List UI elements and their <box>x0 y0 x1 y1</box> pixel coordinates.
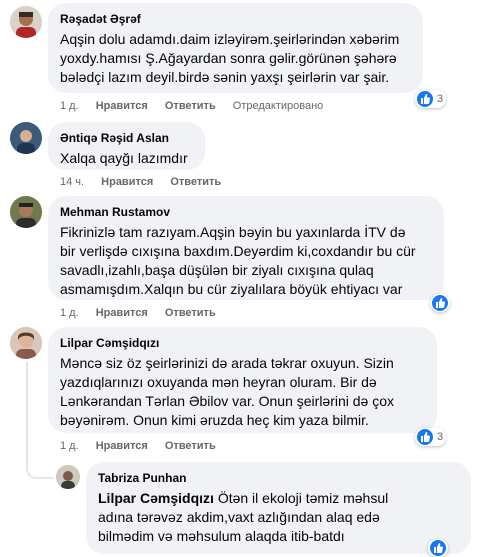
comment-text: Fikrinizlə tam razıyam.Aqşin bəyin bu ya… <box>60 224 416 297</box>
thumbs-up-icon <box>417 429 433 445</box>
comment-author[interactable]: Tabriza Punhan <box>98 470 459 486</box>
avatar[interactable] <box>56 465 80 489</box>
reaction-count[interactable] <box>430 294 450 312</box>
comment-time[interactable]: 1 д. <box>60 440 79 452</box>
comment-actions: 1 д. Нравится Ответить Отредактировано <box>60 100 337 112</box>
comment-text: Məncə siz öz şeirlərinizi də arada təkra… <box>60 355 395 428</box>
like-button[interactable]: Нравится <box>101 176 153 188</box>
like-button[interactable]: Нравится <box>96 307 148 319</box>
comment-author[interactable]: Əntiqə Rəşid Aslan <box>60 130 193 146</box>
edited-label: Отредактировано <box>232 100 324 112</box>
reply-button[interactable]: Ответить <box>170 176 221 188</box>
avatar[interactable] <box>10 196 42 228</box>
comment-time[interactable]: 1 д. <box>60 100 79 112</box>
avatar[interactable] <box>10 122 42 154</box>
reaction-count[interactable]: 3 <box>415 428 447 446</box>
reaction-count[interactable] <box>428 539 448 557</box>
avatar[interactable] <box>10 6 42 38</box>
comment-bubble: Tabriza Punhan Lilpar Cəmşidqızı Ötən il… <box>86 462 471 554</box>
comment-bubble: Mehman Rustamov Fikrinizlə tam razıyam.A… <box>48 196 444 300</box>
comment-actions: 14 ч. Нравится Ответить <box>60 176 235 188</box>
reaction-count[interactable]: 3 <box>415 90 447 108</box>
reply-button[interactable]: Ответить <box>165 100 216 112</box>
comment-time[interactable]: 14 ч. <box>60 176 84 188</box>
comment-actions: 1 д. Нравится Ответить <box>60 307 230 319</box>
like-button[interactable]: Нравится <box>96 100 148 112</box>
thread-connector <box>26 362 54 479</box>
comment-bubble: Lilpar Cəmşidqızı Məncə siz öz şeirlərin… <box>48 327 437 433</box>
mention-link[interactable]: Lilpar Cəmşidqızı <box>98 490 214 506</box>
reply-button[interactable]: Ответить <box>165 440 216 452</box>
comment-bubble: Rəşadət Əşrəf Aqşin dolu adamdı.daim izl… <box>48 3 423 93</box>
comment-text: Xalqa qayğı lazımdır <box>60 150 188 166</box>
avatar[interactable] <box>10 327 42 359</box>
reply-button[interactable]: Ответить <box>165 307 216 319</box>
comment-author[interactable]: Lilpar Cəmşidqızı <box>60 335 425 351</box>
comment-text: Lilpar Cəmşidqızı Ötən il ekoloji təmiz … <box>98 490 389 544</box>
like-button[interactable]: Нравится <box>96 440 148 452</box>
comment-text: Aqşin dolu adamdı.daim izləyirəm.şeirlər… <box>60 31 400 85</box>
comment-author[interactable]: Mehman Rustamov <box>60 204 432 220</box>
comment-actions: 1 д. Нравится Ответить <box>60 440 230 452</box>
thumbs-up-icon <box>432 295 448 311</box>
thumbs-up-icon <box>417 91 433 107</box>
comment-bubble: Əntiqə Rəşid Aslan Xalqa qayğı lazımdır <box>48 122 205 170</box>
comment-time[interactable]: 1 д. <box>60 307 79 319</box>
comment-author[interactable]: Rəşadət Əşrəf <box>60 11 411 27</box>
